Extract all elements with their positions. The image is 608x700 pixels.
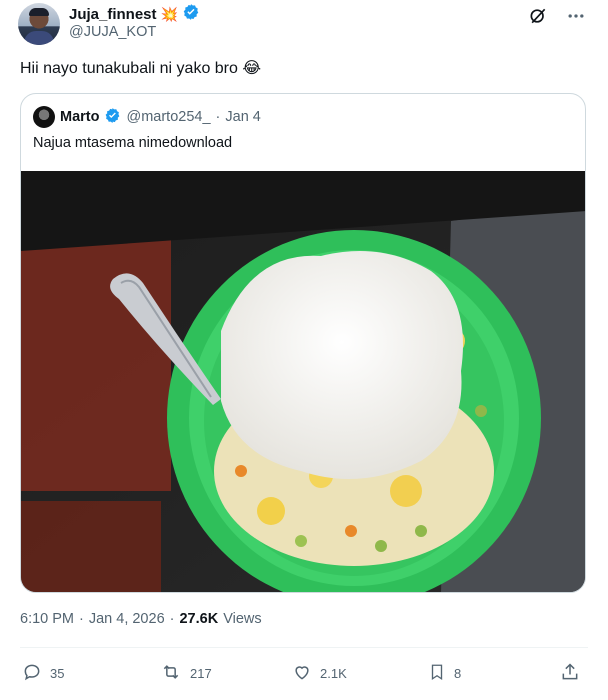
verified-icon: [104, 107, 121, 128]
quoted-header: Marto @marto254_ · Jan 4: [33, 106, 261, 128]
share-icon: [560, 662, 580, 685]
quoted-handle[interactable]: @marto254_: [126, 109, 210, 125]
tweet-text: Hii nayo tunakubali ni yako bro 😂: [20, 60, 262, 77]
tweet-meta: 6:10 PM · Jan 4, 2026 · 27.6K Views: [20, 611, 262, 627]
meta-separator: ·: [79, 611, 84, 627]
author-display-name[interactable]: Juja_finnest: [69, 6, 157, 23]
quoted-avatar[interactable]: [33, 106, 55, 128]
like-button[interactable]: 2.1K: [292, 660, 347, 686]
quoted-text: Najua mtasema nimedownload: [33, 135, 233, 151]
top-actions: [528, 6, 586, 26]
avatar-cap: [29, 8, 49, 16]
bookmark-count: 8: [454, 665, 462, 681]
author-name-row: Juja_finnest 💥: [69, 3, 200, 26]
reply-icon: [22, 662, 42, 685]
like-icon: [292, 662, 312, 685]
grok-icon[interactable]: [528, 6, 548, 26]
author-avatar[interactable]: [18, 3, 60, 45]
verified-icon: [182, 3, 200, 26]
divider: [20, 647, 588, 648]
avatar-shirt: [24, 31, 54, 45]
more-icon[interactable]: [566, 6, 586, 26]
views-count: 27.6K: [179, 611, 219, 627]
like-count: 2.1K: [320, 665, 347, 681]
repost-count: 217: [190, 665, 212, 681]
share-button[interactable]: [560, 660, 580, 686]
meta-separator: ·: [169, 611, 175, 627]
quoted-date[interactable]: Jan 4: [225, 109, 260, 125]
reply-button[interactable]: 35: [22, 660, 64, 686]
quoted-display-name[interactable]: Marto: [60, 109, 99, 125]
bookmark-icon: [428, 662, 446, 685]
quoted-separator: ·: [215, 109, 221, 125]
views-label: Views: [223, 611, 262, 627]
author-handle[interactable]: @JUJA_KOT: [69, 24, 156, 40]
name-emoji: 💥: [160, 6, 178, 22]
tweet: Juja_finnest 💥 @JUJA_KOT Hii nayo tunaku…: [0, 0, 608, 700]
bookmark-button[interactable]: 8: [428, 660, 461, 686]
repost-button[interactable]: 217: [160, 660, 212, 686]
reply-count: 35: [50, 665, 65, 681]
food-photo[interactable]: [21, 171, 586, 593]
tweet-date[interactable]: Jan 4, 2026: [89, 611, 165, 627]
action-bar: 35 217 2.1K 8: [20, 660, 588, 688]
repost-icon: [160, 662, 182, 685]
quoted-tweet[interactable]: Marto @marto254_ · Jan 4 Najua mtasema n…: [20, 93, 586, 593]
tweet-time[interactable]: 6:10 PM: [20, 611, 74, 627]
